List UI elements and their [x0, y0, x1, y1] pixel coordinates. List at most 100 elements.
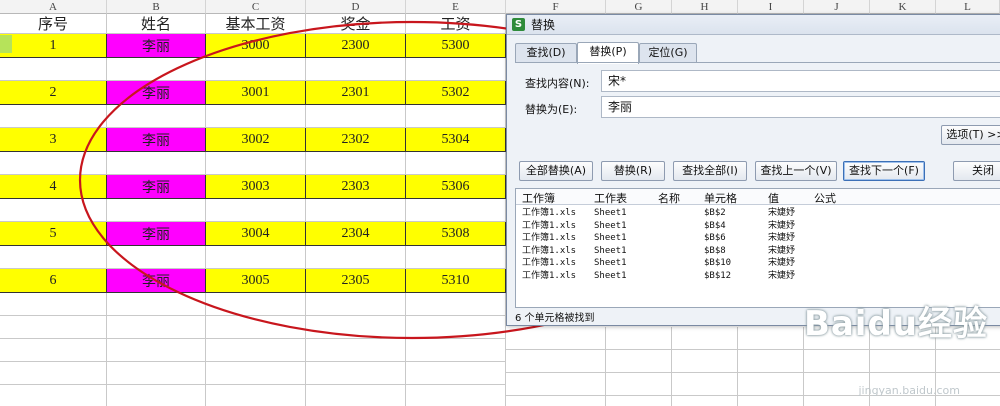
table-cell[interactable]: 李丽	[107, 222, 206, 246]
empty-cell[interactable]	[0, 362, 107, 385]
empty-cell[interactable]	[506, 373, 606, 396]
empty-cell[interactable]	[206, 105, 306, 128]
col-name[interactable]: 名称	[658, 190, 680, 206]
header-cell[interactable]: 基本工资	[206, 14, 306, 34]
empty-cell[interactable]	[0, 246, 107, 269]
find-all-button[interactable]: 查找全部(I)	[673, 161, 747, 181]
table-cell[interactable]: 3	[0, 128, 107, 152]
table-cell[interactable]: 3005	[206, 269, 306, 293]
empty-cell[interactable]	[406, 246, 506, 269]
table-cell[interactable]: 4	[0, 175, 107, 199]
column-header-f[interactable]: F	[506, 0, 606, 14]
table-cell[interactable]: 3004	[206, 222, 306, 246]
empty-cell[interactable]	[738, 327, 804, 350]
table-cell[interactable]: 3002	[206, 128, 306, 152]
column-header-a[interactable]: A	[0, 0, 107, 14]
col-workbook[interactable]: 工作簿	[522, 190, 555, 206]
table-cell[interactable]: 3001	[206, 81, 306, 105]
table-cell[interactable]: 5310	[406, 269, 506, 293]
table-cell[interactable]: 2300	[306, 34, 406, 58]
replace-input[interactable]: 李丽	[601, 96, 1000, 118]
empty-cell[interactable]	[206, 362, 306, 385]
empty-cell[interactable]	[406, 316, 506, 339]
replace-all-button[interactable]: 全部替换(A)	[519, 161, 593, 181]
empty-cell[interactable]	[107, 316, 206, 339]
table-cell[interactable]: 5304	[406, 128, 506, 152]
table-cell[interactable]: 5306	[406, 175, 506, 199]
result-row[interactable]: 工作簿1.xls Sheet1 $B$4 宋婕妤	[516, 220, 1000, 232]
empty-cell[interactable]	[107, 339, 206, 362]
results-list[interactable]: 工作簿 工作表 名称 单元格 值 公式 工作簿1.xls Sheet1 $B$2 宋婕…	[515, 188, 1000, 308]
empty-cell[interactable]	[0, 316, 107, 339]
empty-cell[interactable]	[506, 327, 606, 350]
replace-button[interactable]: 替换(R)	[601, 161, 665, 181]
table-cell[interactable]: 3003	[206, 175, 306, 199]
col-value[interactable]: 值	[768, 190, 779, 206]
empty-cell[interactable]	[306, 316, 406, 339]
empty-cell[interactable]	[306, 246, 406, 269]
empty-cell[interactable]	[0, 199, 107, 222]
empty-cell[interactable]	[406, 362, 506, 385]
empty-cell[interactable]	[306, 362, 406, 385]
empty-cell[interactable]	[107, 105, 206, 128]
empty-cell[interactable]	[306, 339, 406, 362]
table-cell[interactable]: 李丽	[107, 175, 206, 199]
empty-cell[interactable]	[306, 58, 406, 81]
col-worksheet[interactable]: 工作表	[594, 190, 627, 206]
empty-cell[interactable]	[406, 385, 506, 406]
empty-cell[interactable]	[804, 350, 870, 373]
empty-cell[interactable]	[107, 246, 206, 269]
empty-cell[interactable]	[804, 396, 870, 406]
empty-cell[interactable]	[0, 58, 107, 81]
column-header-c[interactable]: C	[206, 0, 306, 14]
empty-cell[interactable]	[406, 339, 506, 362]
header-cell[interactable]: 序号	[0, 14, 107, 34]
table-cell[interactable]: 5302	[406, 81, 506, 105]
empty-cell[interactable]	[0, 385, 107, 406]
table-cell[interactable]: 2304	[306, 222, 406, 246]
table-cell[interactable]: 2305	[306, 269, 406, 293]
empty-cell[interactable]	[606, 327, 672, 350]
empty-cell[interactable]	[738, 373, 804, 396]
table-cell[interactable]: 2301	[306, 81, 406, 105]
table-cell[interactable]: 6	[0, 269, 107, 293]
options-button[interactable]: 选项(T) >>	[941, 125, 1000, 145]
empty-cell[interactable]	[107, 58, 206, 81]
empty-cell[interactable]	[206, 316, 306, 339]
empty-cell[interactable]	[0, 293, 107, 316]
table-cell[interactable]: 5308	[406, 222, 506, 246]
column-header-g[interactable]: G	[606, 0, 672, 14]
tab-find[interactable]: 查找(D)	[515, 43, 577, 63]
empty-cell[interactable]	[606, 396, 672, 406]
result-row[interactable]: 工作簿1.xls Sheet1 $B$2 宋婕妤	[516, 207, 1000, 219]
empty-cell[interactable]	[672, 327, 738, 350]
empty-cell[interactable]	[406, 105, 506, 128]
empty-cell[interactable]	[206, 58, 306, 81]
empty-cell[interactable]	[206, 385, 306, 406]
find-input[interactable]: 宋*	[601, 70, 1000, 92]
table-cell[interactable]: 3000	[206, 34, 306, 58]
empty-cell[interactable]	[306, 152, 406, 175]
table-cell[interactable]: 李丽	[107, 34, 206, 58]
empty-cell[interactable]	[0, 152, 107, 175]
table-cell[interactable]: 李丽	[107, 269, 206, 293]
empty-cell[interactable]	[206, 293, 306, 316]
empty-cell[interactable]	[738, 350, 804, 373]
empty-cell[interactable]	[306, 105, 406, 128]
column-header-l[interactable]: L	[936, 0, 1000, 14]
empty-cell[interactable]	[306, 199, 406, 222]
table-cell[interactable]: 5300	[406, 34, 506, 58]
empty-cell[interactable]	[406, 58, 506, 81]
empty-cell[interactable]	[672, 396, 738, 406]
empty-cell[interactable]	[107, 362, 206, 385]
empty-cell[interactable]	[107, 152, 206, 175]
empty-cell[interactable]	[306, 385, 406, 406]
empty-cell[interactable]	[0, 105, 107, 128]
col-formula[interactable]: 公式	[814, 190, 836, 206]
find-previous-button[interactable]: 查找上一个(V)	[755, 161, 837, 181]
column-header-k[interactable]: K	[870, 0, 936, 14]
table-cell[interactable]: 李丽	[107, 128, 206, 152]
empty-cell[interactable]	[406, 199, 506, 222]
empty-cell[interactable]	[672, 350, 738, 373]
empty-cell[interactable]	[606, 350, 672, 373]
